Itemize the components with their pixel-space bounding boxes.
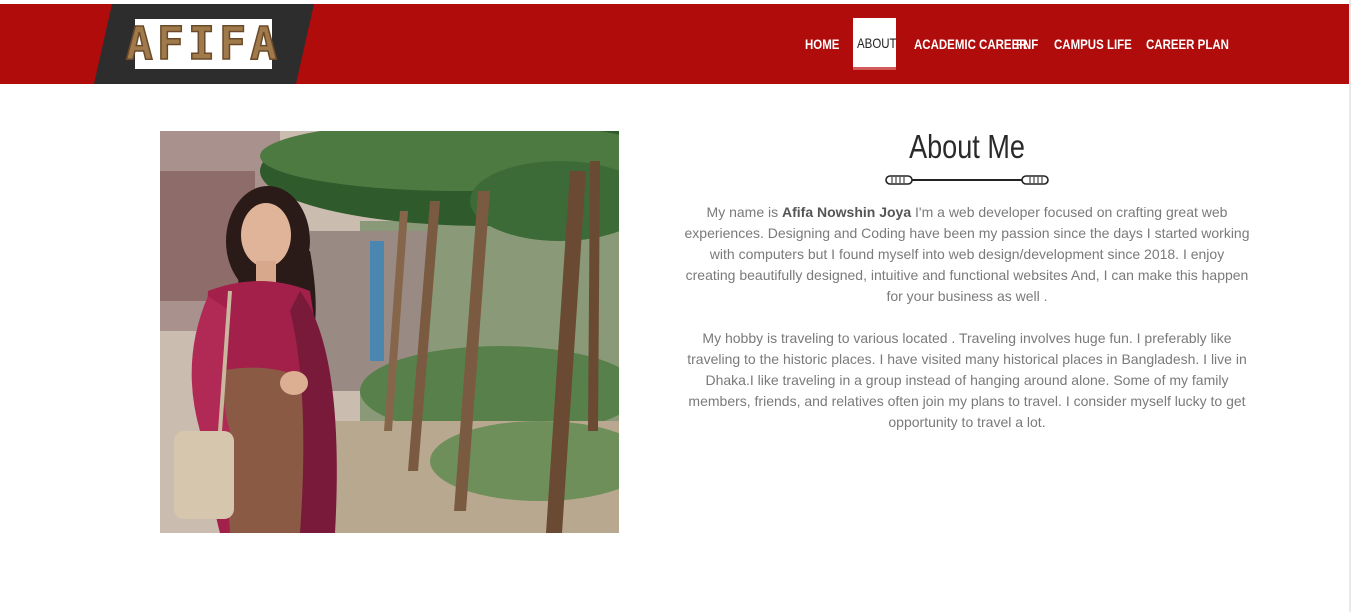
nav-about[interactable]: ABOUT (853, 18, 897, 70)
site-logo[interactable]: AFIFA (125, 18, 278, 70)
nav-about-label: ABOUT (857, 34, 897, 51)
portrait-photo-icon (160, 131, 619, 533)
nav-home-label: HOME (805, 36, 840, 52)
nav-career-plan-label: CAREER PLAN (1146, 36, 1229, 52)
profile-photo (160, 131, 619, 533)
nav-academic-career[interactable]: ACADEMIC CAREER (896, 18, 1028, 70)
logo-text: AFIFA (125, 17, 282, 70)
about-paragraph-1: My name is Afifa Nowshin Joya I'm a web … (683, 202, 1251, 307)
nav-career-plan[interactable]: CAREER PLAN (1146, 18, 1256, 70)
page: AFIFA HOME ABOUT ACADEMIC CAREER FNF CAM… (0, 0, 1351, 612)
title-divider-icon (885, 175, 1049, 185)
nav-campus-life[interactable]: CAMPUS LIFE (1054, 18, 1146, 70)
nav-fnf-label: FNF (1016, 36, 1039, 52)
about-paragraph-2: My hobby is traveling to various located… (687, 330, 1247, 430)
main-nav: HOME ABOUT ACADEMIC CAREER FNF CAMPUS LI… (798, 18, 1256, 70)
header-bar: AFIFA HOME ABOUT ACADEMIC CAREER FNF CAM… (0, 4, 1349, 84)
nav-academic-career-label: ACADEMIC CAREER (914, 36, 1028, 52)
nav-campus-life-label: CAMPUS LIFE (1054, 36, 1132, 52)
about-title: About Me (909, 128, 1025, 165)
about-intro: My name is (706, 204, 779, 220)
about-name: Afifa Nowshin Joya (782, 204, 912, 220)
nav-home[interactable]: HOME (798, 18, 851, 70)
nav-fnf[interactable]: FNF (1014, 18, 1056, 70)
